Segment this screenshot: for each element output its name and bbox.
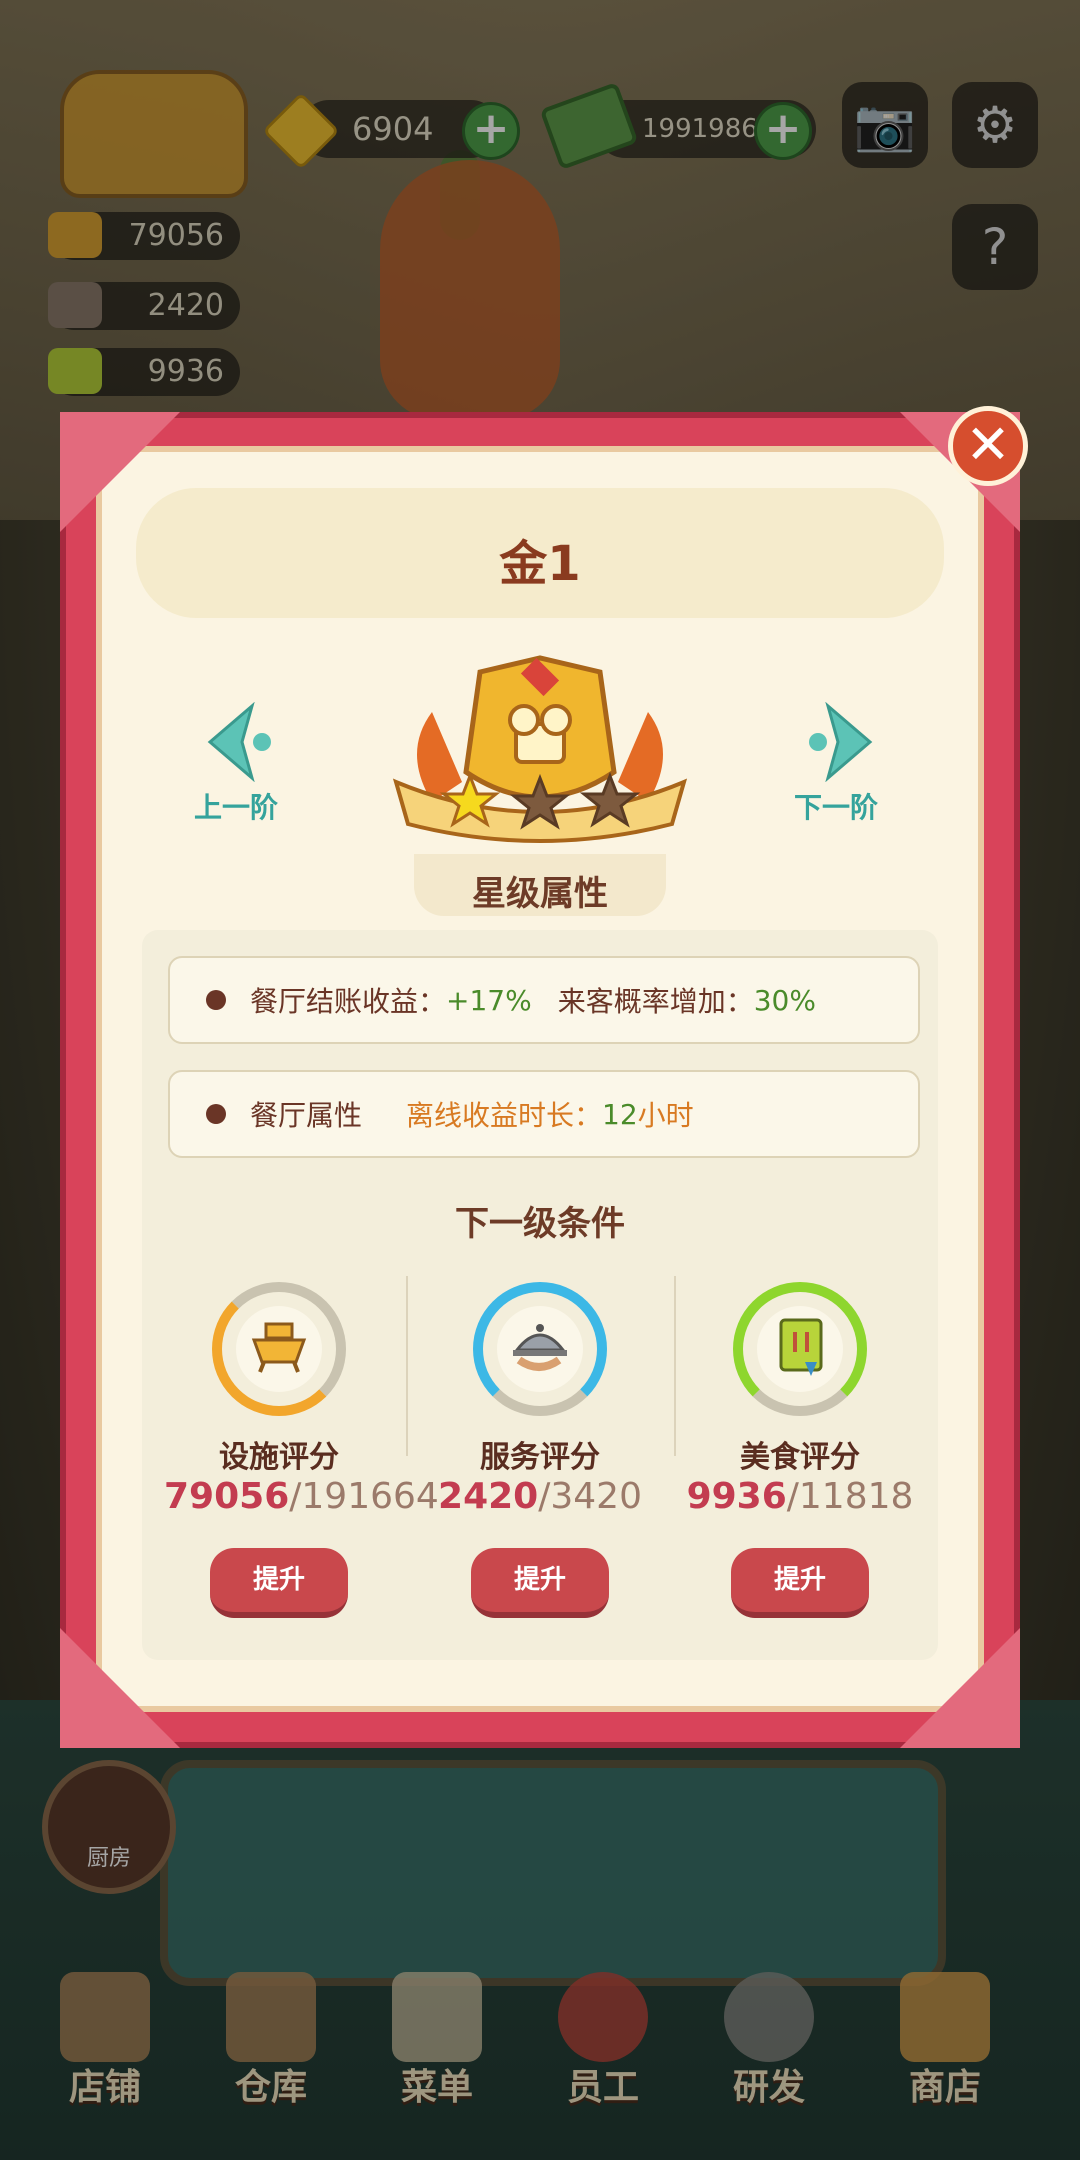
service-score-value: 2420/3420: [425, 1476, 655, 1517]
facility-score-label: 设施评分: [219, 1440, 339, 1475]
next-level-title: 下一级条件: [455, 1204, 625, 1244]
bullet-icon: [206, 990, 226, 1010]
attributes-title: 星级属性: [472, 874, 608, 914]
close-icon: ✕: [965, 413, 1011, 476]
value-separator: /: [289, 1476, 302, 1517]
food-score-label: 美食评分: [740, 1440, 860, 1475]
next-tier-arrow-icon[interactable]: [806, 702, 876, 782]
service-score-label: 服务评分: [480, 1440, 600, 1475]
food-current: 9936: [686, 1476, 787, 1517]
column-divider: [674, 1276, 676, 1456]
gold-pot-icon: [251, 1322, 307, 1373]
prev-tier-arrow-icon[interactable]: [204, 702, 274, 782]
close-button[interactable]: ✕: [948, 406, 1028, 486]
recipe-book-icon: [779, 1318, 823, 1376]
offline-income-unit: 小时: [637, 1099, 694, 1132]
food-score-value: 9936/11818: [685, 1476, 915, 1517]
attribute-row-1: 餐厅结账收益： +17% 来客概率增加： 30%: [168, 956, 920, 1044]
visitor-rate-value: 30%: [753, 983, 816, 1017]
checkout-income-label: 餐厅结账收益：: [250, 985, 447, 1018]
gold-rank-badge-icon: [392, 655, 688, 843]
facility-current: 79056: [164, 1476, 290, 1517]
prev-tier-label[interactable]: 上一阶: [194, 786, 278, 826]
column-divider: [406, 1276, 408, 1456]
serving-cloche-icon: [513, 1324, 567, 1371]
value-separator: /: [786, 1476, 799, 1517]
rank-title: 金1: [499, 536, 581, 592]
service-current: 2420: [438, 1476, 539, 1517]
visitor-rate-label: 来客概率增加：: [557, 985, 754, 1018]
checkout-income-value: +17%: [446, 983, 532, 1017]
offline-income-label: 离线收益时长：: [406, 1099, 603, 1132]
offline-income-value: 12: [602, 1097, 638, 1131]
food-target: 11818: [798, 1476, 914, 1517]
attribute-row-2: 餐厅属性 离线收益时长： 12 小时: [168, 1070, 920, 1158]
upgrade-service-button[interactable]: 提升: [471, 1548, 609, 1618]
next-tier-label[interactable]: 下一阶: [794, 786, 878, 826]
service-target: 3420: [550, 1476, 642, 1517]
bullet-icon: [206, 1104, 226, 1124]
restaurant-attr-label: 餐厅属性: [250, 1099, 363, 1132]
upgrade-facility-button[interactable]: 提升: [210, 1548, 348, 1618]
facility-score-value: 79056/191664: [164, 1476, 439, 1517]
value-separator: /: [538, 1476, 551, 1517]
upgrade-food-button[interactable]: 提升: [731, 1548, 869, 1618]
facility-target: 191664: [301, 1476, 439, 1517]
